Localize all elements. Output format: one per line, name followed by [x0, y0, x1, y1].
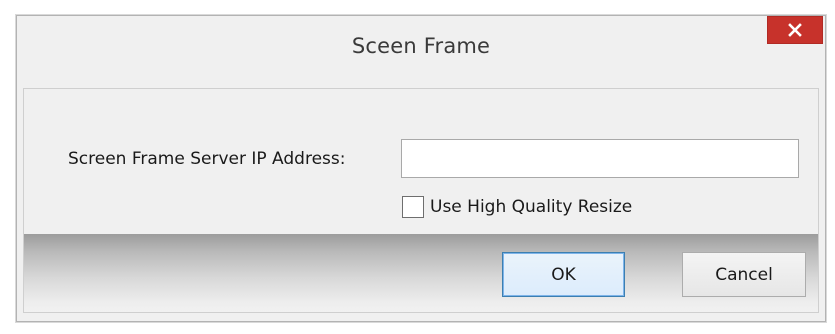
checkbox-unchecked-icon[interactable]	[402, 196, 424, 218]
ip-address-label: Screen Frame Server IP Address:	[68, 149, 346, 169]
high-quality-resize-label[interactable]: Use High Quality Resize	[430, 197, 632, 217]
cancel-button[interactable]: Cancel	[682, 252, 806, 297]
close-icon	[788, 23, 802, 37]
dialog-client-area: Screen Frame Server IP Address: Use High…	[23, 88, 819, 313]
ip-address-input[interactable]	[401, 139, 799, 178]
ok-button[interactable]: OK	[502, 252, 625, 297]
high-quality-resize-checkbox[interactable]: Use High Quality Resize	[402, 195, 632, 219]
sceen-frame-dialog: Sceen Frame Screen Frame Server IP Addre…	[16, 15, 826, 322]
page: Sceen Frame Screen Frame Server IP Addre…	[0, 0, 835, 334]
close-button[interactable]	[767, 16, 823, 44]
dialog-title: Sceen Frame	[351, 34, 491, 58]
title-bar[interactable]: Sceen Frame	[17, 16, 825, 74]
